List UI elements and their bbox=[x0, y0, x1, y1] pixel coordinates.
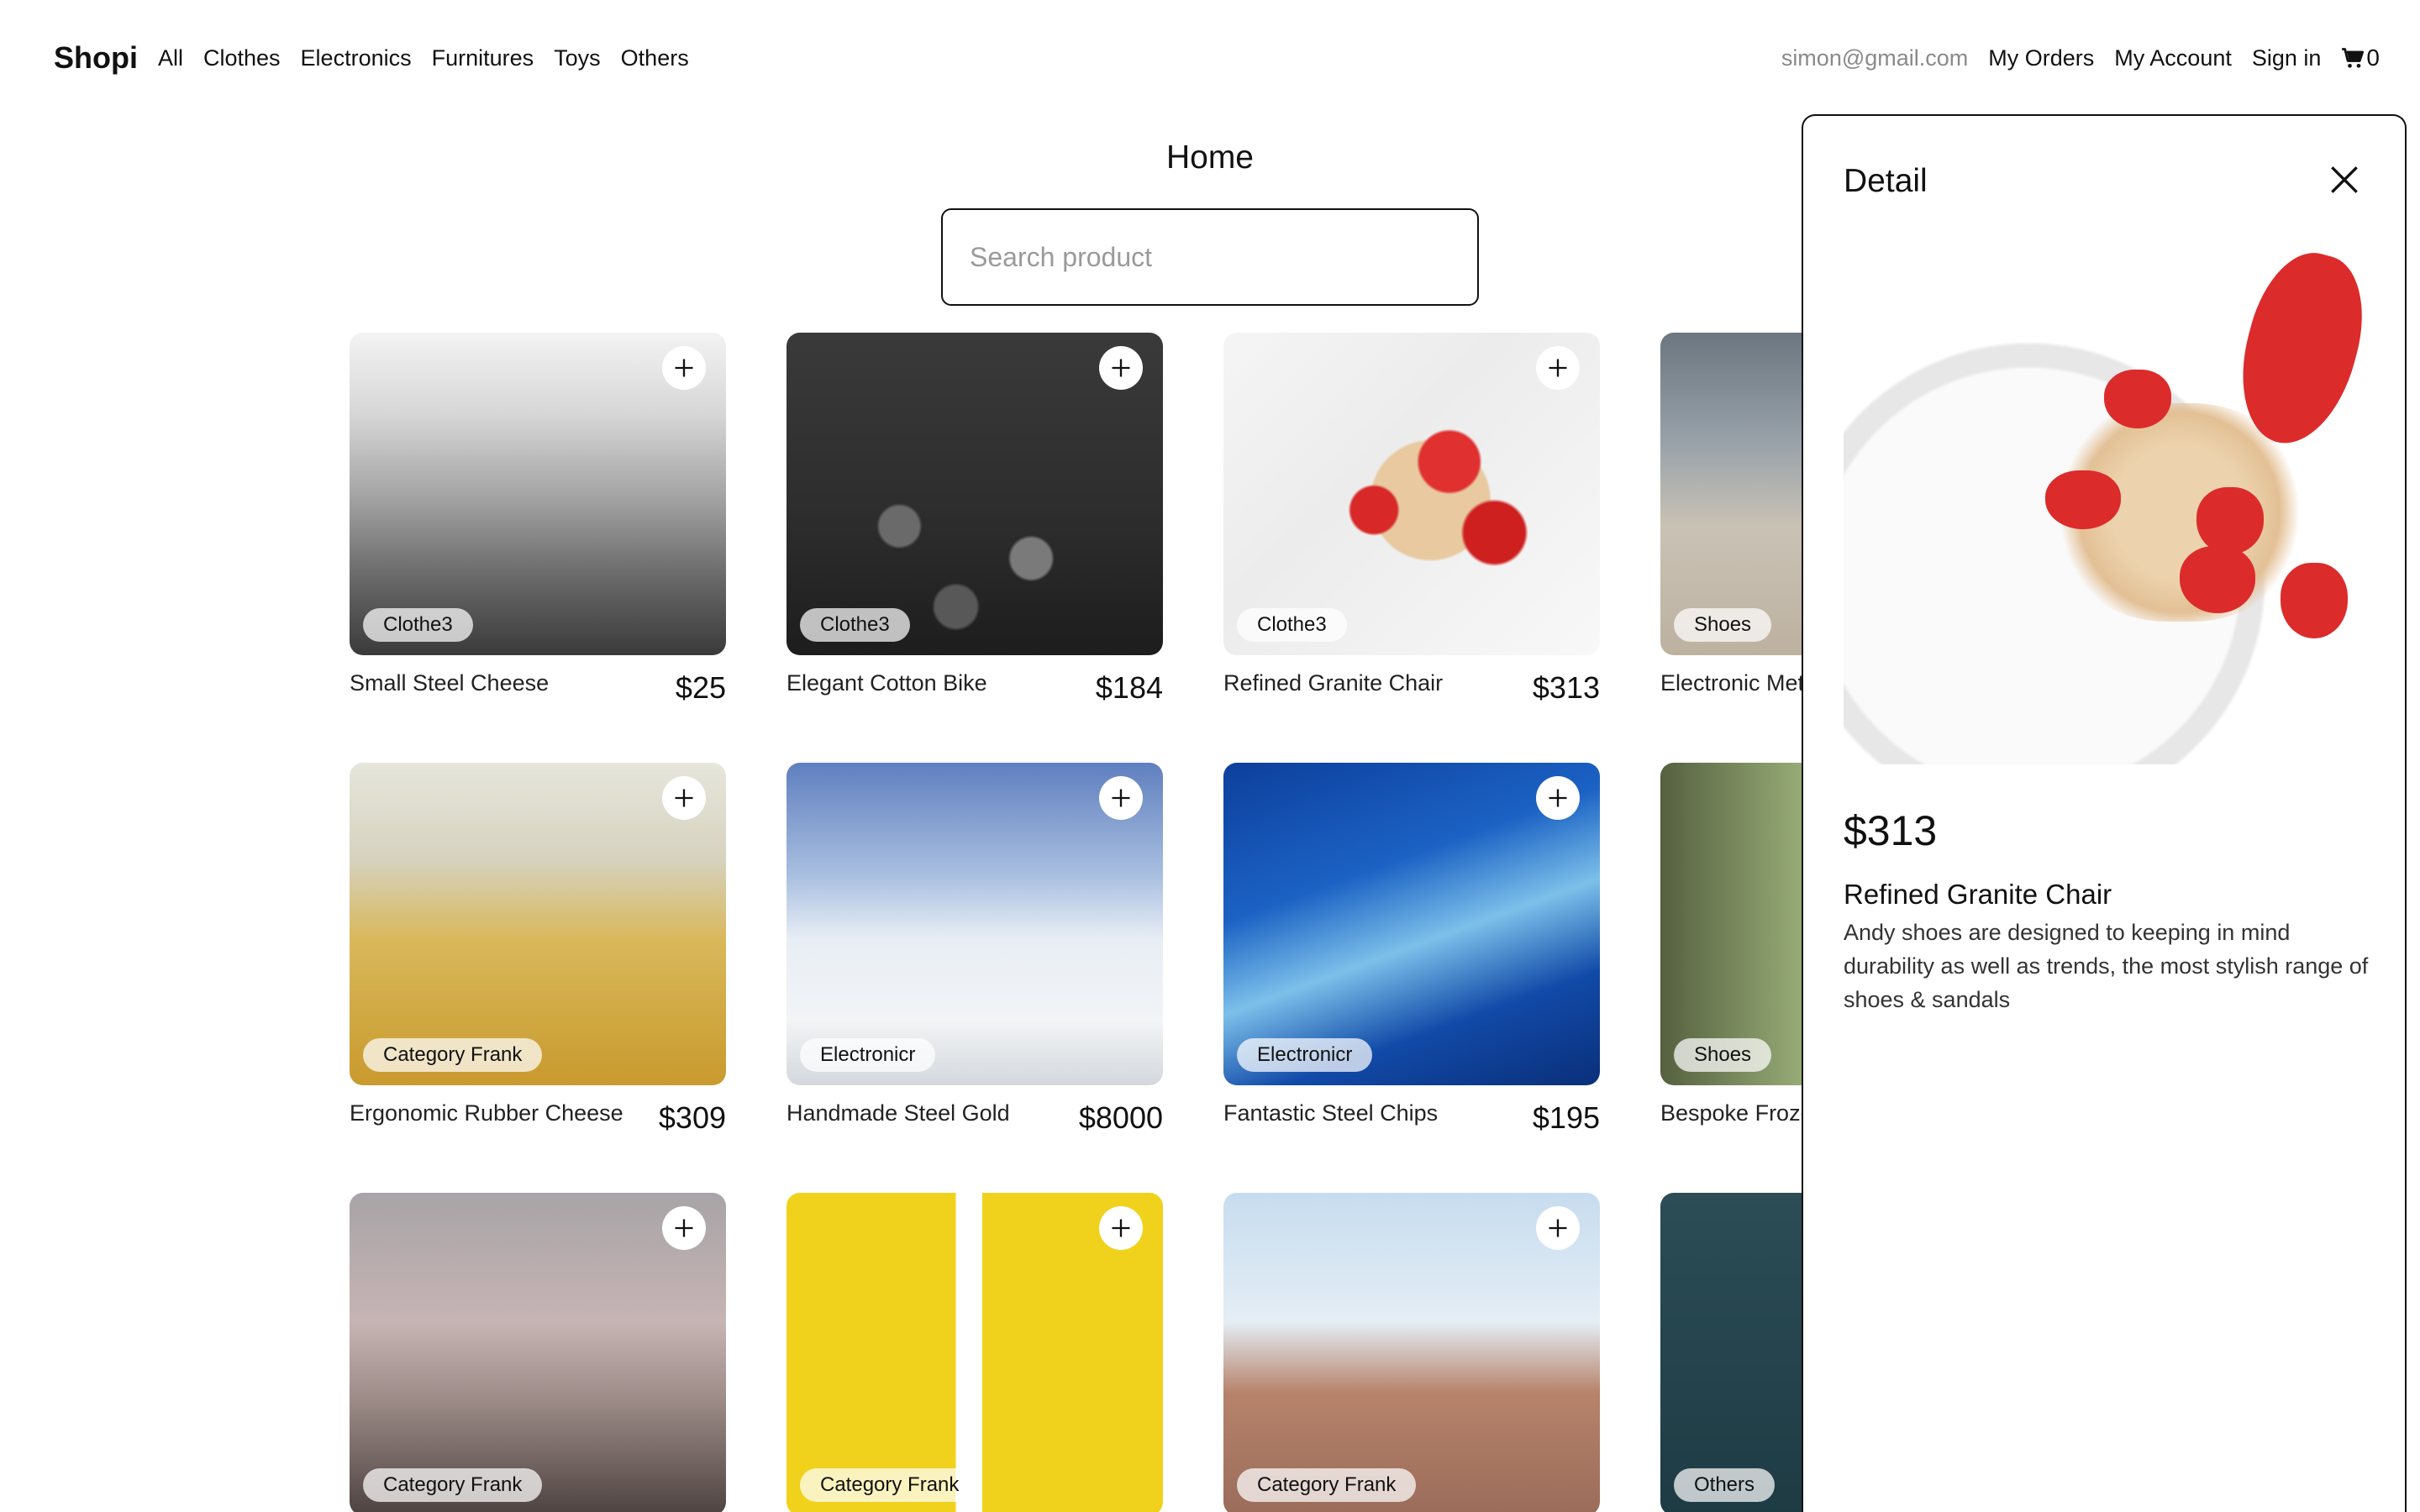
search-input[interactable] bbox=[941, 208, 1479, 306]
product-card[interactable]: Category Frank Ergonomic Rubber Cheese $… bbox=[350, 763, 726, 1149]
product-card[interactable]: Shoes Bespoke Froze bbox=[1660, 763, 1803, 1149]
navbar: Shopi All Clothes Electronics Furnitures… bbox=[0, 0, 2420, 116]
product-detail-panel: Detail $313 Refined Granite Chair Andy s… bbox=[1802, 114, 2407, 1512]
my-orders-link[interactable]: My Orders bbox=[1988, 45, 2094, 71]
product-card[interactable]: Shoes Electronic Met bbox=[1660, 333, 1803, 719]
close-icon[interactable] bbox=[2326, 161, 2363, 198]
add-to-cart-button[interactable] bbox=[1536, 1206, 1580, 1250]
my-account-link[interactable]: My Account bbox=[2114, 45, 2232, 71]
detail-title: Detail bbox=[1844, 163, 1928, 199]
brand-logo[interactable]: Shopi bbox=[54, 40, 138, 76]
user-email: simon@gmail.com bbox=[1781, 45, 1969, 71]
detail-image-berry bbox=[2196, 487, 2264, 554]
product-price: $25 bbox=[675, 670, 726, 705]
plus-icon bbox=[675, 1219, 693, 1237]
product-name: Elegant Cotton Bike bbox=[786, 670, 987, 696]
product-grid: Clothe3 Small Steel Cheese $25 Clothe3 E… bbox=[350, 333, 1803, 1512]
detail-product-name: Refined Granite Chair bbox=[1844, 879, 2112, 910]
sign-in-link[interactable]: Sign in bbox=[2252, 45, 2322, 71]
add-to-cart-button[interactable] bbox=[662, 346, 706, 390]
category-badge: Others bbox=[1674, 1468, 1776, 1502]
category-badge: Category Frank bbox=[800, 1468, 980, 1502]
product-card[interactable]: Others bbox=[1660, 1193, 1803, 1512]
detail-image bbox=[1844, 244, 2365, 764]
product-name: Handmade Steel Gold bbox=[786, 1100, 1010, 1126]
product-name: Bespoke Froze bbox=[1660, 1100, 1803, 1126]
add-to-cart-button[interactable] bbox=[1099, 776, 1143, 820]
product-card[interactable]: Electronicr Handmade Steel Gold $8000 bbox=[786, 763, 1163, 1149]
nav-link-others[interactable]: Others bbox=[621, 45, 689, 71]
product-price: $195 bbox=[1532, 1100, 1600, 1135]
plus-icon bbox=[1549, 789, 1567, 807]
product-card[interactable]: Clothe3 Refined Granite Chair $313 bbox=[1223, 333, 1600, 719]
add-to-cart-button[interactable] bbox=[1536, 776, 1580, 820]
product-card[interactable]: Electronicr Fantastic Steel Chips $195 bbox=[1223, 763, 1600, 1149]
nav-link-furnitures[interactable]: Furnitures bbox=[432, 45, 534, 71]
product-card[interactable]: Category Frank bbox=[1223, 1193, 1600, 1512]
product-image bbox=[1660, 1193, 1803, 1512]
plus-icon bbox=[1112, 1219, 1130, 1237]
product-name: Small Steel Cheese bbox=[350, 670, 550, 696]
category-badge: Clothe3 bbox=[800, 608, 910, 642]
detail-image-berry bbox=[2045, 470, 2121, 529]
category-badge: Clothe3 bbox=[363, 608, 473, 642]
product-price: $309 bbox=[658, 1100, 726, 1135]
detail-image-berry bbox=[2180, 546, 2255, 613]
category-badge: Category Frank bbox=[1237, 1468, 1417, 1502]
plus-icon bbox=[1112, 359, 1130, 377]
category-badge: Category Frank bbox=[363, 1038, 543, 1072]
add-to-cart-button[interactable] bbox=[662, 776, 706, 820]
product-card[interactable]: Clothe3 Small Steel Cheese $25 bbox=[350, 333, 726, 719]
add-to-cart-button[interactable] bbox=[1536, 346, 1580, 390]
product-price: $8000 bbox=[1078, 1100, 1163, 1135]
cart-button[interactable]: 0 bbox=[2341, 45, 2380, 71]
category-badge: Shoes bbox=[1674, 1038, 1772, 1072]
product-price: $184 bbox=[1095, 670, 1163, 705]
cart-count: 0 bbox=[2366, 45, 2380, 71]
detail-description: Andy shoes are designed to keeping in mi… bbox=[1844, 920, 2369, 1012]
product-card[interactable]: Category Frank bbox=[786, 1193, 1163, 1512]
product-name: Ergonomic Rubber Cheese bbox=[350, 1100, 623, 1126]
nav-right: simon@gmail.com My Orders My Account Sig… bbox=[1781, 45, 2380, 71]
product-card[interactable]: Clothe3 Elegant Cotton Bike $184 bbox=[786, 333, 1163, 719]
page-title: Home bbox=[1165, 139, 1255, 176]
add-to-cart-button[interactable] bbox=[1099, 1206, 1143, 1250]
category-badge: Clothe3 bbox=[1237, 608, 1347, 642]
nav-link-electronics[interactable]: Electronics bbox=[301, 45, 412, 71]
product-image bbox=[1660, 333, 1803, 655]
product-price: $313 bbox=[1532, 670, 1600, 705]
nav-link-toys[interactable]: Toys bbox=[554, 45, 601, 71]
product-name: Fantastic Steel Chips bbox=[1223, 1100, 1439, 1126]
category-badge: Category Frank bbox=[363, 1468, 543, 1502]
add-to-cart-button[interactable] bbox=[662, 1206, 706, 1250]
product-image bbox=[1660, 763, 1803, 1085]
plus-icon bbox=[1549, 1219, 1567, 1237]
nav-link-all[interactable]: All bbox=[158, 45, 183, 71]
product-name: Electronic Met bbox=[1660, 670, 1803, 696]
product-card[interactable]: Category Frank bbox=[350, 1193, 726, 1512]
nav-link-clothes[interactable]: Clothes bbox=[203, 45, 281, 71]
plus-icon bbox=[675, 789, 693, 807]
product-name: Refined Granite Chair bbox=[1223, 670, 1444, 696]
plus-icon bbox=[1549, 359, 1567, 377]
detail-image-berry bbox=[2104, 370, 2171, 428]
category-badge: Electronicr bbox=[800, 1038, 936, 1072]
nav-left: Shopi All Clothes Electronics Furnitures… bbox=[54, 40, 709, 76]
shopping-cart-icon bbox=[2342, 48, 2365, 68]
add-to-cart-button[interactable] bbox=[1099, 346, 1143, 390]
plus-icon bbox=[1112, 789, 1130, 807]
detail-price: $313 bbox=[1844, 807, 1938, 854]
category-badge: Shoes bbox=[1674, 608, 1772, 642]
detail-image-berry bbox=[2281, 563, 2348, 638]
category-badge: Electronicr bbox=[1237, 1038, 1373, 1072]
plus-icon bbox=[675, 359, 693, 377]
